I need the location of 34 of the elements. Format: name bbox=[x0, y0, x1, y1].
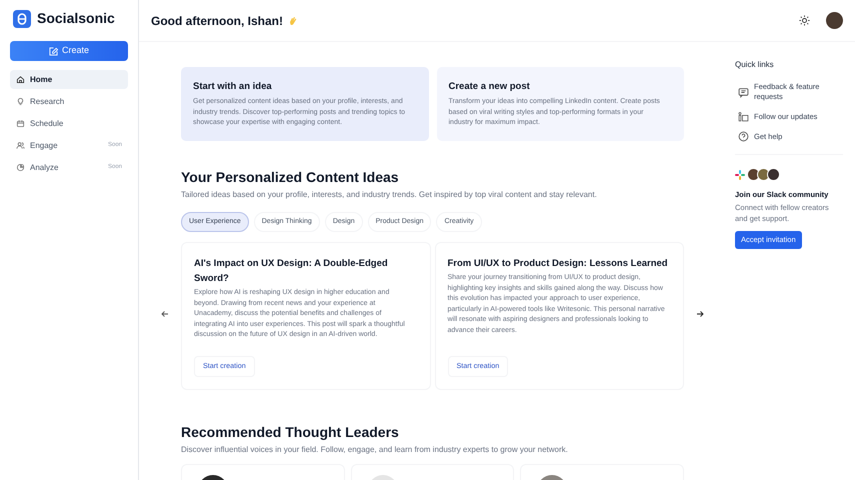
member-avatar bbox=[747, 168, 760, 181]
section-title: Your Personalized Content Ideas bbox=[181, 168, 400, 187]
slack-logo-icon bbox=[735, 170, 745, 180]
help-icon bbox=[738, 131, 749, 142]
sun-icon[interactable] bbox=[799, 15, 810, 26]
nav-item[interactable]: Home bbox=[10, 70, 128, 89]
edit-icon bbox=[48, 46, 58, 56]
quick-links-title: Quick links bbox=[735, 59, 775, 71]
member-avatar bbox=[757, 168, 770, 181]
previous-arrow-icon[interactable] bbox=[161, 310, 169, 318]
idea-title: From UI/UX to Product Design: Lessons Learned bbox=[448, 257, 669, 271]
nav-item[interactable]: Research bbox=[10, 92, 128, 111]
brand-name: Socialsonic bbox=[37, 9, 115, 28]
section-subtitle: Tailored ideas based on your profile, interests, and industry trends. Get inspired by top viral content and stay relevant. bbox=[181, 189, 598, 201]
create-button[interactable]: Create bbox=[10, 41, 128, 61]
lightbulb-icon bbox=[16, 97, 25, 106]
calendar-icon bbox=[16, 119, 25, 128]
next-arrow-icon[interactable] bbox=[696, 310, 704, 318]
waving-hand-icon bbox=[287, 14, 299, 26]
card-title: Create a new post bbox=[448, 80, 531, 94]
pie-chart-icon bbox=[16, 163, 25, 172]
card-title: Start with an idea bbox=[193, 80, 273, 94]
greeting-title: Good afternoon, Ishan! bbox=[151, 12, 283, 30]
nav-item[interactable]: Schedule bbox=[10, 114, 128, 133]
member-avatar bbox=[767, 168, 780, 181]
logo-icon bbox=[13, 10, 31, 28]
home-icon bbox=[16, 75, 25, 84]
section-title: Recommended Thought Leaders bbox=[181, 423, 400, 442]
section-subtitle: Discover influential voices in your field. Follow, engage, and learn from industry experts to grow your network. bbox=[181, 444, 569, 456]
chat-icon bbox=[738, 86, 749, 98]
user-avatar[interactable] bbox=[826, 12, 843, 29]
users-icon bbox=[16, 141, 25, 150]
linkedin-icon bbox=[738, 111, 749, 122]
idea-title: AI's Impact on UX Design: A Double-Edged Sword? bbox=[194, 257, 389, 286]
